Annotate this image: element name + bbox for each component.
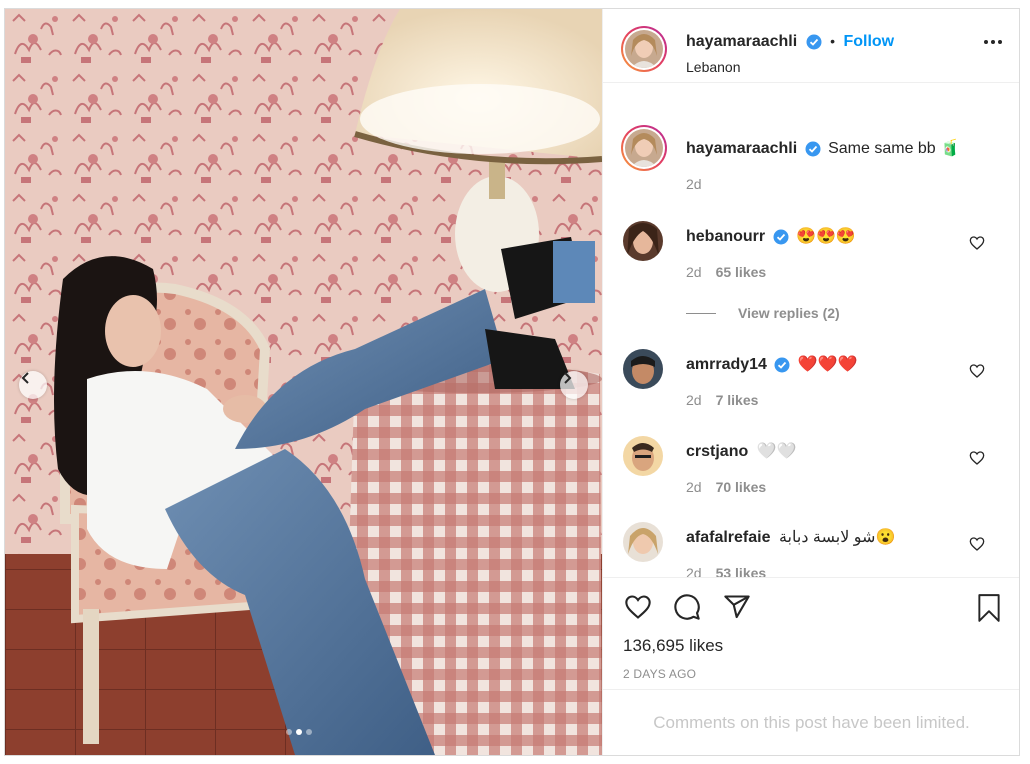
view-replies-button[interactable]: View replies (2): [686, 305, 840, 321]
comment-likes[interactable]: 53 likes: [716, 565, 767, 577]
comment-username[interactable]: hebanourr: [686, 228, 765, 245]
comment-text: شو لابسة دبابة😮: [778, 529, 896, 546]
follow-button[interactable]: Follow: [843, 33, 894, 50]
bookmark-icon[interactable]: [976, 593, 1002, 623]
carousel-dot: [306, 729, 312, 735]
carousel-prev-button[interactable]: [19, 371, 47, 399]
view-replies-label: View replies (2): [738, 305, 840, 321]
avatar-image: [623, 522, 663, 562]
post-dialog: hayamaraachli • Follow Lebanon hayamaraa…: [4, 8, 1020, 756]
header-separator: •: [830, 33, 835, 49]
verified-badge-icon: [806, 34, 822, 50]
avatar-image: [625, 30, 663, 68]
heart-icon[interactable]: [969, 363, 985, 379]
comment-time[interactable]: 2d: [686, 392, 702, 408]
chevron-left-icon: [21, 372, 29, 384]
author-avatar[interactable]: [621, 26, 667, 72]
post-location[interactable]: Lebanon: [686, 59, 741, 75]
avatar-image: [625, 129, 663, 167]
comments-list[interactable]: hayamaraachli Same same bb 🧃 2d hebanour…: [603, 83, 1019, 577]
heart-icon[interactable]: [623, 593, 653, 621]
comment-time[interactable]: 2d: [686, 479, 702, 495]
post-timestamp[interactable]: 2 DAYS AGO: [623, 667, 696, 681]
avatar-image: [623, 221, 663, 261]
carousel-indicator: [286, 729, 312, 735]
share-icon[interactable]: [723, 593, 751, 621]
heart-icon[interactable]: [969, 536, 985, 552]
more-options-icon[interactable]: [983, 39, 1003, 45]
commenter-avatar[interactable]: [623, 436, 663, 476]
comment-username[interactable]: afafalrefaie: [686, 529, 771, 546]
carousel-dot-active: [296, 729, 302, 735]
comment-time[interactable]: 2d: [686, 264, 702, 280]
post-side-panel: hayamaraachli • Follow Lebanon hayamaraa…: [602, 9, 1019, 755]
avatar-image: [623, 436, 663, 476]
commenter-avatar[interactable]: [623, 522, 663, 562]
verified-badge-icon: [774, 357, 790, 373]
avatar-image: [623, 349, 663, 389]
comment-likes[interactable]: 7 likes: [716, 392, 759, 408]
photo-illustration: [5, 9, 602, 755]
comment-username[interactable]: crstjano: [686, 443, 748, 460]
caption-username[interactable]: hayamaraachli: [686, 140, 797, 157]
heart-icon[interactable]: [969, 450, 985, 466]
comments-limited-notice: Comments on this post have been limited.: [603, 689, 1019, 755]
caption-avatar[interactable]: [621, 125, 667, 171]
caption-time[interactable]: 2d: [686, 176, 702, 192]
post-likes-count[interactable]: 136,695 likes: [623, 636, 723, 656]
comment-likes[interactable]: 70 likes: [716, 479, 767, 495]
verified-badge-icon: [773, 229, 789, 245]
verified-badge-icon: [805, 141, 821, 157]
comment-text: ❤️❤️❤️: [797, 356, 858, 373]
post-header: hayamaraachli • Follow Lebanon: [603, 9, 1019, 83]
post-photo[interactable]: [5, 9, 602, 755]
caption-text: Same same bb 🧃: [828, 140, 961, 157]
comment-text: 🤍🤍: [756, 443, 797, 460]
commenter-avatar[interactable]: [623, 221, 663, 261]
comment-username[interactable]: amrrady14: [686, 356, 767, 373]
comment-likes[interactable]: 65 likes: [716, 264, 767, 280]
carousel-next-button[interactable]: [560, 371, 588, 399]
commenter-avatar[interactable]: [623, 349, 663, 389]
comment-time[interactable]: 2d: [686, 565, 702, 577]
heart-icon[interactable]: [969, 235, 985, 251]
carousel-dot: [286, 729, 292, 735]
chevron-right-icon: [564, 372, 572, 384]
comment-text: 😍😍😍: [796, 228, 856, 245]
author-username[interactable]: hayamaraachli: [686, 33, 797, 50]
comment-icon[interactable]: [673, 593, 701, 621]
post-actions: 136,695 likes 2 DAYS AGO: [603, 577, 1019, 690]
